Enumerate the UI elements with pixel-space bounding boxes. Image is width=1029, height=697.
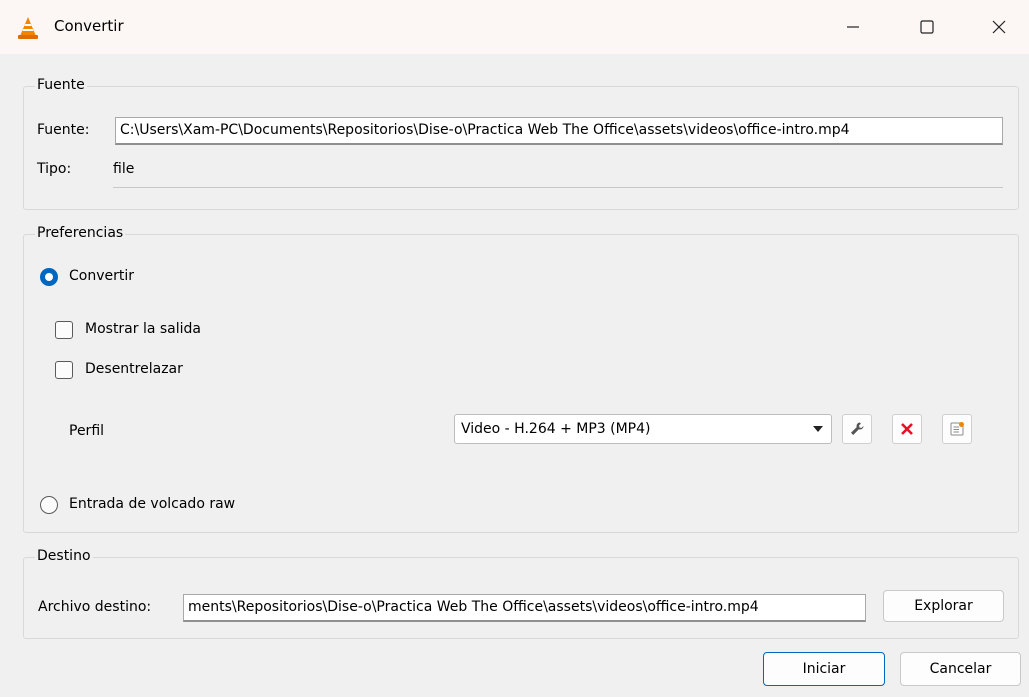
- destination-group: Destino Archivo destino: ments\Repositor…: [23, 548, 1019, 639]
- destination-file-field[interactable]: ments\Repositorios\Dise-o\Practica Web T…: [183, 594, 866, 622]
- minimize-icon: [847, 26, 859, 28]
- minimize-button[interactable]: [830, 10, 876, 44]
- source-group-title: Fuente: [35, 77, 87, 93]
- window-title: Convertir: [54, 17, 124, 35]
- destination-group-title: Destino: [35, 548, 93, 564]
- maximize-button[interactable]: [904, 10, 950, 44]
- type-label: Tipo:: [37, 161, 72, 177]
- raw-dump-label[interactable]: Entrada de volcado raw: [69, 496, 235, 512]
- close-icon: [992, 20, 1006, 34]
- deinterlace-label[interactable]: Desentrelazar: [85, 361, 183, 377]
- profile-select-value: Video - H.264 + MP3 (MP4): [461, 421, 651, 437]
- new-profile-button[interactable]: [942, 414, 972, 444]
- source-divider: [113, 187, 1003, 188]
- show-output-label[interactable]: Mostrar la salida: [85, 321, 201, 337]
- preferences-group: Preferencias Convertir Mostrar la salida…: [23, 225, 1019, 533]
- source-group: Fuente Fuente: C:\Users\Xam-PC\Documents…: [23, 77, 1019, 210]
- browse-button[interactable]: Explorar: [883, 590, 1004, 622]
- maximize-icon: [920, 20, 934, 34]
- close-button[interactable]: [976, 10, 1022, 44]
- wrench-icon: [851, 422, 864, 435]
- convert-radio[interactable]: [40, 268, 58, 286]
- start-button[interactable]: Iniciar: [763, 652, 885, 686]
- show-output-checkbox[interactable]: [55, 321, 73, 339]
- delete-profile-button[interactable]: [892, 414, 922, 444]
- cancel-button[interactable]: Cancelar: [900, 652, 1021, 686]
- new-profile-icon: [950, 422, 964, 436]
- source-label: Fuente:: [37, 122, 90, 138]
- type-value: file: [113, 161, 135, 177]
- convert-radio-label[interactable]: Convertir: [69, 268, 134, 284]
- title-bar: Convertir: [0, 0, 1029, 54]
- preferences-group-title: Preferencias: [35, 225, 126, 241]
- chevron-down-icon: [813, 426, 823, 432]
- profile-select[interactable]: Video - H.264 + MP3 (MP4): [454, 414, 832, 444]
- source-path-field[interactable]: C:\Users\Xam-PC\Documents\Repositorios\D…: [115, 117, 1003, 145]
- vlc-cone-icon: [17, 16, 39, 40]
- destination-file-label: Archivo destino:: [38, 599, 152, 615]
- delete-icon: [901, 423, 913, 435]
- raw-dump-radio[interactable]: [40, 496, 58, 514]
- edit-profile-button[interactable]: [842, 414, 872, 444]
- profile-label: Perfil: [69, 423, 105, 439]
- deinterlace-checkbox[interactable]: [55, 361, 73, 379]
